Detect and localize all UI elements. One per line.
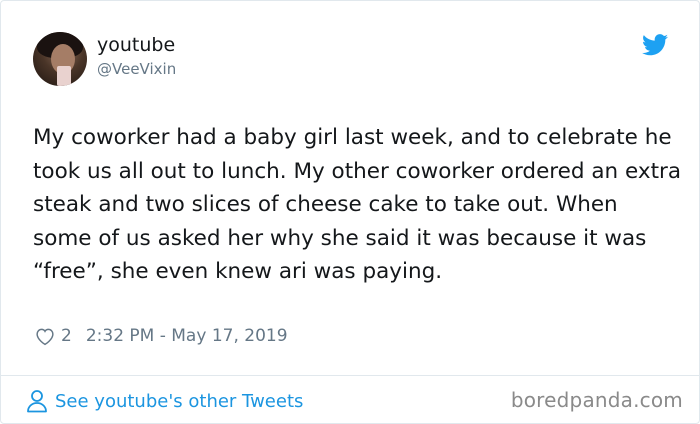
twitter-bird-icon[interactable] — [642, 34, 668, 56]
watermark: boredpanda.com — [510, 388, 683, 412]
like-count: 2 — [61, 326, 72, 346]
tweet-text: My coworker had a baby girl last week, a… — [33, 125, 682, 284]
see-other-tweets-link[interactable]: See youtube's other Tweets — [26, 387, 303, 415]
user-handle[interactable]: @VeeVixin — [97, 60, 176, 78]
heart-icon[interactable] — [34, 325, 56, 347]
tweet-card: youtube @VeeVixin My coworker had a baby… — [0, 0, 700, 424]
person-icon — [27, 390, 47, 413]
display-name[interactable]: youtube — [97, 34, 175, 56]
divider — [1, 375, 699, 376]
see-other-tweets-label: See youtube's other Tweets — [55, 390, 304, 412]
avatar[interactable] — [33, 32, 87, 86]
avatar-phone — [57, 66, 71, 86]
tweet-timestamp[interactable]: 2:32 PM - May 17, 2019 — [86, 326, 288, 346]
tweet-meta: 2 2:32 PM - May 17, 2019 — [34, 323, 288, 349]
